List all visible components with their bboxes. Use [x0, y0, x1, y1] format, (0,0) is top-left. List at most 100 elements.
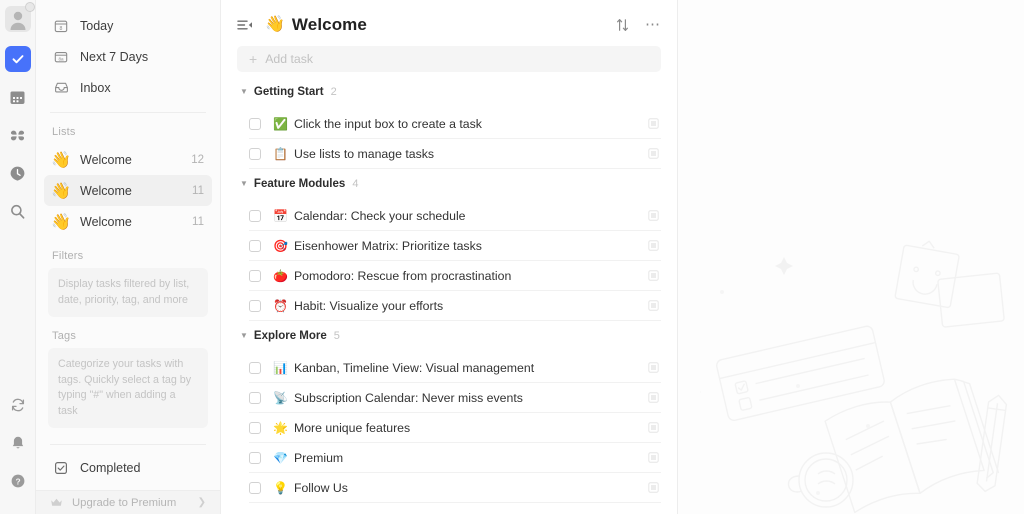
sidebar-list-count: 11: [192, 215, 204, 228]
sidebar-item-completed[interactable]: Completed: [44, 452, 212, 483]
calendar-icon: [10, 91, 25, 104]
main-header: 👋 Welcome ⋯: [237, 0, 661, 46]
task-checkbox[interactable]: [249, 209, 261, 222]
inbox-icon: [52, 80, 70, 95]
crown-icon: [50, 497, 63, 508]
wave-emoji-icon: 👋: [51, 151, 71, 169]
bell-icon: [12, 436, 23, 449]
task-row[interactable]: 📡 Subscription Calendar: Never miss even…: [249, 383, 661, 413]
group-title: Feature Modules: [253, 178, 346, 190]
rail-item-notifications[interactable]: [5, 430, 31, 456]
task-row[interactable]: 🌟 More unique features: [249, 413, 661, 443]
task-note-icon: [648, 482, 659, 493]
task-checkbox[interactable]: [249, 269, 261, 282]
check-icon: [12, 55, 23, 64]
group-count: 2: [330, 86, 337, 98]
task-detail-empty-panel: [678, 0, 1024, 514]
task-emoji-icon: 💎: [273, 450, 288, 465]
task-row[interactable]: 📋 Use lists to manage tasks: [249, 139, 661, 169]
sidebar-list-label: Welcome: [80, 214, 132, 229]
task-checkbox[interactable]: [249, 361, 261, 374]
task-title: Click the input box to create a task: [293, 116, 482, 131]
task-checkbox[interactable]: [249, 481, 261, 494]
task-note-icon: [648, 270, 659, 281]
search-icon: [11, 204, 25, 219]
rail-bottom-group: ?: [0, 392, 35, 506]
sidebar-item-inbox[interactable]: Inbox: [44, 72, 212, 103]
sidebar-list-welcome-1[interactable]: 👋 Welcome 12: [44, 144, 212, 175]
task-row[interactable]: 📊 Kanban, Timeline View: Visual manageme…: [249, 353, 661, 383]
task-emoji-icon: 📊: [273, 360, 288, 375]
rail-item-tasks[interactable]: [4, 46, 31, 72]
sync-badge-icon: [24, 2, 35, 12]
page-title: Welcome: [291, 15, 367, 34]
task-emoji-icon: 🌟: [273, 420, 288, 435]
sidebar-collapse-icon[interactable]: [237, 18, 257, 32]
sidebar-list-welcome-3[interactable]: 👋 Welcome 11: [44, 206, 212, 237]
upgrade-to-premium-button[interactable]: Upgrade to Premium ❯: [36, 490, 220, 514]
wave-emoji-icon: 👋: [51, 213, 71, 231]
task-row[interactable]: 📅 Calendar: Check your schedule: [249, 201, 661, 231]
sidebar-divider-2: [50, 444, 206, 446]
rail-item-sync[interactable]: [5, 392, 31, 418]
sidebar-item-next-7-days[interactable]: 8a Next 7 Days: [44, 41, 212, 72]
wave-emoji-icon: 👋: [51, 182, 71, 200]
sort-button[interactable]: [616, 18, 629, 32]
task-checkbox[interactable]: [249, 451, 261, 464]
icon-rail: ?: [0, 0, 36, 514]
more-options-button[interactable]: ⋯: [645, 17, 661, 32]
task-row[interactable]: 💎 Premium: [249, 443, 661, 473]
task-emoji-icon: 📋: [273, 146, 288, 161]
task-checkbox[interactable]: [249, 117, 261, 130]
sidebar-item-label: Inbox: [80, 80, 111, 95]
rail-item-matrix[interactable]: [5, 122, 31, 148]
task-row[interactable]: ⏰ Habit: Visualize your efforts: [249, 291, 661, 321]
rail-item-pomodoro[interactable]: [5, 160, 31, 186]
sidebar-item-today[interactable]: 8 Today: [44, 10, 212, 41]
task-note-icon: [648, 148, 659, 159]
group-header-explore-more[interactable]: ▼ Explore More 5: [240, 330, 661, 350]
task-row[interactable]: 💡 Follow Us: [249, 473, 661, 503]
svg-text:8a: 8a: [58, 56, 64, 61]
sidebar-item-label: Completed: [80, 460, 141, 475]
task-emoji-icon: ✅: [273, 116, 288, 131]
sidebar-list-welcome-2[interactable]: 👋 Welcome 11: [44, 175, 212, 206]
chevron-right-icon: ❯: [197, 497, 206, 508]
task-row[interactable]: 🍅 Pomodoro: Rescue from procrastination: [249, 261, 661, 291]
task-row[interactable]: 🎯 Eisenhower Matrix: Prioritize tasks: [249, 231, 661, 261]
avatar[interactable]: [4, 2, 35, 32]
task-emoji-icon: 📡: [273, 390, 288, 405]
clock-icon: [10, 166, 25, 181]
sidebar-section-tags: Tags: [52, 330, 77, 343]
grid-icon: [10, 130, 25, 140]
svg-text:8: 8: [60, 25, 63, 31]
add-task-placeholder: Add task: [265, 52, 314, 66]
rail-item-help[interactable]: ?: [5, 468, 31, 494]
group-header-feature-modules[interactable]: ▼ Feature Modules 4: [240, 178, 661, 198]
chevron-down-icon: ▼: [240, 87, 248, 96]
group-header-getting-start[interactable]: ▼ Getting Start 2: [240, 86, 661, 106]
task-checkbox[interactable]: [249, 421, 261, 434]
add-task-input[interactable]: + Add task: [237, 46, 661, 72]
calendar-week-icon: 8a: [52, 50, 70, 64]
sidebar-list-label: Welcome: [80, 152, 132, 167]
sidebar-section-filters: Filters: [52, 250, 84, 262]
rail-item-calendar[interactable]: [5, 84, 31, 110]
task-row[interactable]: ✅ Click the input box to create a task: [249, 109, 661, 139]
task-title: Pomodoro: Rescue from procrastination: [293, 268, 512, 283]
task-checkbox[interactable]: [249, 239, 261, 252]
task-list-panel: 👋 Welcome ⋯ + Add task ▼ Getting Start 2…: [221, 0, 678, 514]
task-checkbox[interactable]: [249, 391, 261, 404]
task-emoji-icon: 📅: [273, 208, 288, 223]
sync-icon: [11, 398, 24, 412]
task-title: Use lists to manage tasks: [293, 146, 435, 161]
task-note-icon: [648, 392, 659, 403]
task-title: Kanban, Timeline View: Visual management: [293, 360, 535, 375]
task-note-icon: [648, 240, 659, 251]
task-checkbox[interactable]: [249, 147, 261, 160]
task-checkbox[interactable]: [249, 299, 261, 312]
sidebar-list-label: Welcome: [80, 183, 132, 198]
task-title: Subscription Calendar: Never miss events: [293, 390, 523, 405]
task-note-icon: [648, 118, 659, 129]
rail-item-search[interactable]: [5, 198, 31, 224]
